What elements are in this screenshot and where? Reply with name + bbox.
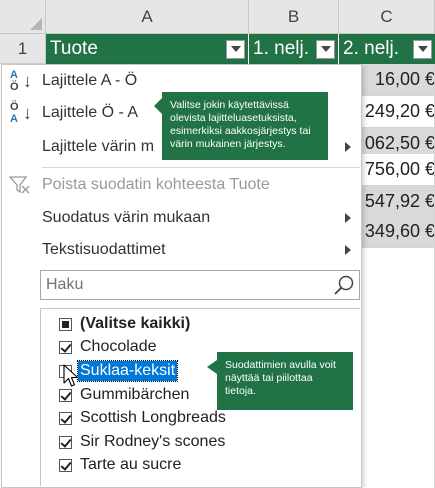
- clear-filter-icon: [9, 176, 30, 194]
- row-header-1[interactable]: 1: [0, 34, 46, 64]
- checkbox[interactable]: [59, 340, 72, 354]
- cell-value[interactable]: 249,20 €: [362, 96, 435, 128]
- header-cell-q1[interactable]: 1. nelj.: [249, 34, 339, 64]
- list-item[interactable]: Sir Rodney's scones: [59, 431, 227, 453]
- callout-pointer: [154, 98, 162, 114]
- menu-filter-by-color[interactable]: Suodatus värin mukaan: [2, 202, 361, 234]
- header-cell-text: Tuote: [50, 38, 98, 59]
- list-item-label: Sir Rodney's scones: [80, 433, 226, 450]
- list-item-select-all[interactable]: (Valitse kaikki): [59, 313, 192, 335]
- dropdown-arrow-icon: [417, 46, 428, 52]
- filter-dropdown-button[interactable]: [413, 39, 432, 59]
- search-field[interactable]: [40, 270, 360, 300]
- cell-value[interactable]: 349,60 €: [362, 216, 435, 248]
- menu-label: Lajittele Ö - A: [42, 104, 139, 121]
- checkbox[interactable]: [59, 388, 72, 402]
- menu-separator: [42, 167, 360, 168]
- column-header-b[interactable]: B: [249, 0, 339, 34]
- header-cell-q2[interactable]: 2. nelj.: [339, 34, 435, 64]
- callout-text: Valitse jokin käytettävissä olevista laj…: [170, 99, 311, 150]
- callout-pointer: [207, 360, 217, 374]
- menu-label: Tekstisuodattimet: [42, 241, 166, 258]
- callout-text: Suodattimien avulla voit näyttää tai pii…: [225, 359, 336, 397]
- filter-dropdown-button[interactable]: [226, 39, 245, 59]
- corner-triangle-icon: [30, 18, 42, 30]
- list-item[interactable]: Scottish Longbreads: [59, 407, 228, 429]
- cell-value[interactable]: 547,92 €: [362, 186, 435, 218]
- submenu-arrow-icon: [345, 142, 351, 152]
- menu-label: Lajittele värin m: [42, 138, 155, 155]
- header-cell-text: 1. nelj.: [253, 38, 309, 59]
- menu-text-filters[interactable]: Tekstisuodattimet: [2, 234, 361, 266]
- filter-dropdown-button[interactable]: [316, 39, 335, 59]
- menu-label: Poista suodatin kohteesta Tuote: [42, 176, 270, 193]
- list-item-label: Scottish Longbreads: [80, 409, 226, 426]
- list-item-label: Chocolade: [80, 338, 157, 355]
- submenu-arrow-icon: [345, 245, 351, 255]
- select-all-corner[interactable]: [0, 0, 46, 34]
- cell-value[interactable]: 16,00 €: [362, 64, 435, 96]
- header-cell-text: 2. nelj.: [343, 38, 399, 59]
- header-cell-tuote[interactable]: Tuote: [46, 34, 249, 64]
- column-header-c[interactable]: C: [339, 0, 435, 34]
- menu-label: Lajittele A - Ö: [42, 72, 138, 89]
- sort-descending-icon: Ö A ↓: [10, 101, 32, 125]
- sort-ascending-icon: A Ö ↓: [10, 69, 32, 93]
- search-icon[interactable]: [333, 274, 355, 296]
- menu-label: Suodatus värin mukaan: [42, 209, 211, 226]
- mouse-cursor-icon: [63, 364, 79, 387]
- menu-clear-filter: Poista suodatin kohteesta Tuote: [2, 169, 361, 201]
- cell-value[interactable]: 756,00 €: [362, 154, 435, 186]
- submenu-arrow-icon: [345, 213, 351, 223]
- callout-sort-tip: Valitse jokin käytettävissä olevista laj…: [154, 92, 328, 160]
- checkbox[interactable]: [59, 435, 72, 449]
- dropdown-arrow-icon: [320, 46, 331, 52]
- list-item-label: Gummibärchen: [80, 386, 190, 403]
- list-item-label: Suklaa-keksit: [76, 360, 179, 382]
- list-item-label: (Valitse kaikki): [80, 315, 191, 332]
- list-item[interactable]: Tarte au sucre: [59, 454, 183, 476]
- list-item[interactable]: Chocolade: [59, 336, 159, 358]
- callout-filter-tip: Suodattimien avulla voit näyttää tai pii…: [207, 352, 353, 410]
- checkbox[interactable]: [59, 411, 72, 425]
- list-item-label: Tarte au sucre: [80, 456, 182, 473]
- column-header-a[interactable]: A: [46, 0, 249, 34]
- checkbox[interactable]: [59, 317, 72, 331]
- checkbox[interactable]: [59, 458, 72, 472]
- dropdown-arrow-icon: [230, 46, 241, 52]
- search-input[interactable]: [41, 271, 326, 299]
